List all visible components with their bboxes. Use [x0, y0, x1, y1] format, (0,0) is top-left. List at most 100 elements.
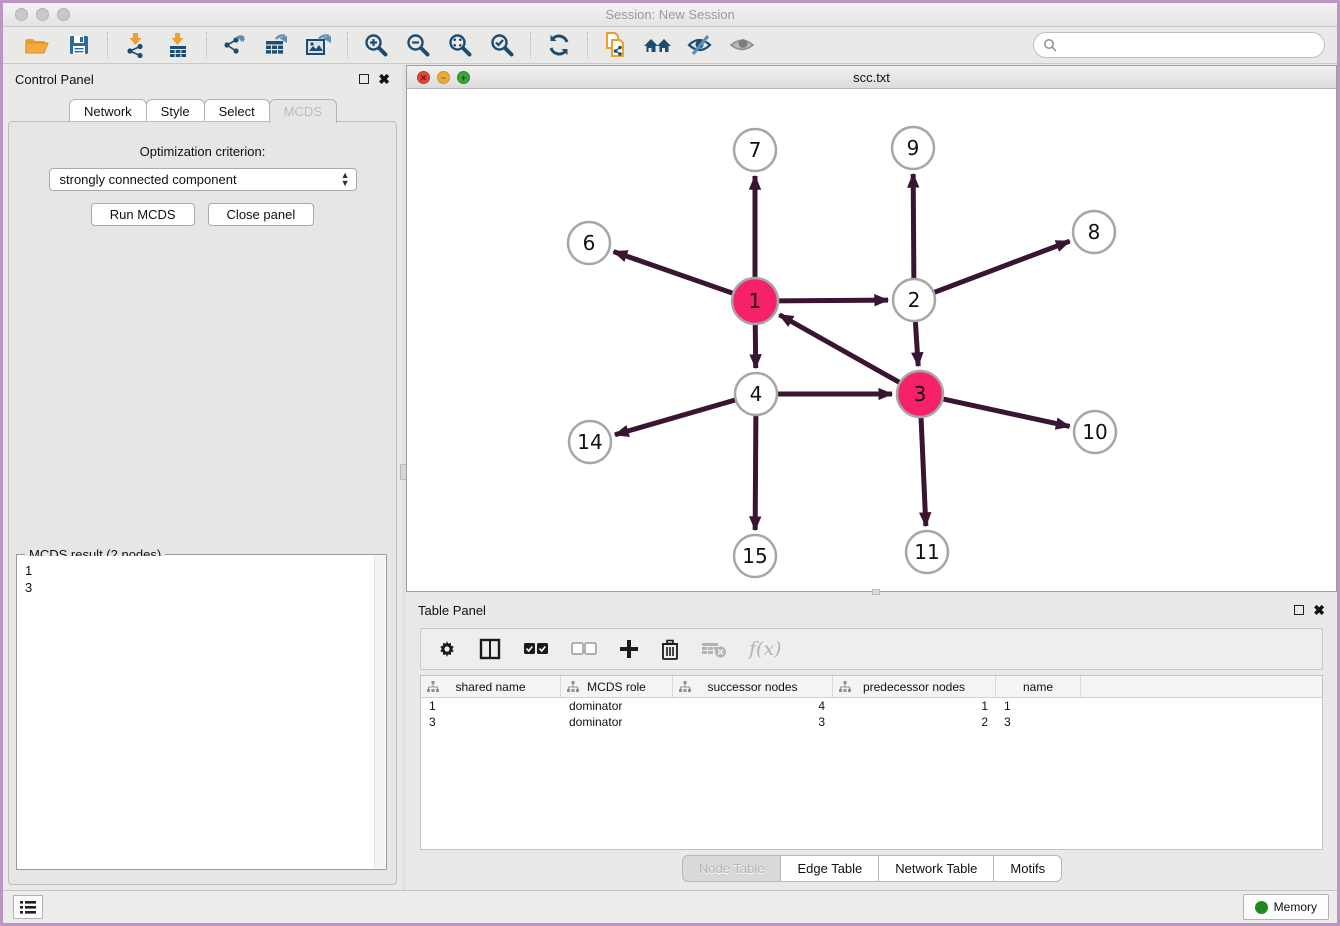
first-neighbors-button[interactable] [642, 30, 674, 60]
zoom-in-button[interactable] [360, 30, 392, 60]
split-view-button[interactable] [479, 638, 501, 660]
run-mcds-button[interactable]: Run MCDS [91, 203, 195, 226]
tab-style[interactable]: Style [146, 99, 205, 123]
search-input[interactable] [1062, 35, 1324, 55]
cell-shared-name[interactable]: 1 [421, 698, 561, 714]
edge-1-6[interactable] [614, 252, 736, 294]
tab-edge-table[interactable]: Edge Table [780, 855, 879, 882]
edge-3-11[interactable] [921, 415, 926, 526]
graph-node-3[interactable]: 3 [897, 371, 943, 417]
tab-select[interactable]: Select [204, 99, 270, 123]
delete-column-button[interactable] [661, 639, 679, 660]
import-network-button[interactable] [120, 30, 152, 60]
graph-node-11[interactable]: 11 [906, 531, 948, 573]
close-panel-button[interactable]: Close panel [208, 203, 315, 226]
table-row[interactable]: 1dominator411 [421, 698, 1322, 714]
graph-node-10[interactable]: 10 [1074, 411, 1116, 453]
close-table-panel-icon[interactable]: ✖ [1313, 605, 1325, 615]
tab-node-table[interactable]: Node Table [682, 855, 782, 882]
edge-1-2[interactable] [776, 300, 888, 301]
task-history-button[interactable] [13, 895, 43, 919]
save-session-button[interactable] [63, 30, 95, 60]
open-session-button[interactable] [21, 30, 53, 60]
cell-MCDS-role[interactable]: dominator [561, 714, 673, 730]
hide-selected-button[interactable] [684, 30, 716, 60]
function-builder-button[interactable]: f(x) [749, 638, 782, 660]
node-label-3: 3 [914, 382, 927, 406]
network-canvas[interactable]: 7 9 6 8 1 2 4 3 14 10 15 11 [407, 89, 1336, 591]
close-panel-icon[interactable]: ✖ [378, 74, 390, 84]
clone-network-button[interactable] [600, 30, 632, 60]
cell-MCDS-role[interactable]: dominator [561, 698, 673, 714]
select-all-button[interactable] [523, 642, 549, 656]
mcds-result-text[interactable]: 1 3 [18, 556, 374, 868]
column-header-MCDS-role[interactable]: MCDS role [561, 676, 673, 697]
node-label-6: 6 [583, 231, 596, 255]
cell-predecessor-nodes[interactable]: 2 [833, 714, 996, 730]
open-session-icon [24, 33, 50, 57]
edge-2-8[interactable] [932, 241, 1070, 293]
graph-node-1[interactable]: 1 [732, 278, 778, 324]
edge-2-9[interactable] [913, 174, 914, 281]
export-network-button[interactable] [219, 30, 251, 60]
tab-mcds[interactable]: MCDS [269, 99, 337, 123]
edge-2-3[interactable] [915, 319, 918, 366]
deselect-all-button[interactable] [571, 642, 597, 656]
criterion-select[interactable]: strongly connected component ▲▼ [49, 168, 357, 191]
edge-3-1[interactable] [779, 315, 901, 384]
refresh-layout-button[interactable] [543, 30, 575, 60]
import-table-button[interactable] [162, 30, 194, 60]
cell-shared-name[interactable]: 3 [421, 714, 561, 730]
edge-3-10[interactable] [941, 398, 1070, 426]
zoom-out-button[interactable] [402, 30, 434, 60]
graph-node-4[interactable]: 4 [735, 373, 777, 415]
table-settings-button[interactable] [437, 639, 457, 659]
memory-button[interactable]: Memory [1243, 894, 1329, 920]
graph-node-7[interactable]: 7 [734, 129, 776, 171]
network-graph[interactable]: 7 9 6 8 1 2 4 3 14 10 15 11 [407, 89, 1336, 592]
show-all-button[interactable] [726, 30, 758, 60]
clone-network-icon [603, 31, 629, 59]
add-column-button[interactable] [619, 639, 639, 659]
network-window-titlebar[interactable]: ✕ − + scc.txt [407, 66, 1336, 89]
tab-motifs[interactable]: Motifs [993, 855, 1062, 882]
table-tabs: Node TableEdge TableNetwork TableMotifs [406, 855, 1337, 882]
node-label-15: 15 [742, 544, 767, 568]
memory-label: Memory [1274, 900, 1317, 914]
application-window: Session: New Session Control Panel ✖ Net… [0, 0, 1340, 926]
session-title: Session: New Session [3, 7, 1337, 22]
zoom-fit-icon [447, 32, 473, 58]
graph-node-9[interactable]: 9 [892, 127, 934, 169]
edge-4-15[interactable] [755, 413, 756, 530]
graph-node-8[interactable]: 8 [1073, 211, 1115, 253]
mcds-result-box: MCDS result (2 nodes) 1 3 [16, 554, 387, 870]
float-panel-icon[interactable] [359, 74, 369, 84]
cell-successor-nodes[interactable]: 4 [673, 698, 833, 714]
graph-node-14[interactable]: 14 [569, 421, 611, 463]
graph-node-2[interactable]: 2 [893, 279, 935, 321]
table-row[interactable]: 3dominator323 [421, 714, 1322, 730]
graph-node-6[interactable]: 6 [568, 222, 610, 264]
graph-node-15[interactable]: 15 [734, 535, 776, 577]
delete-table-button[interactable] [701, 640, 727, 658]
mcds-result-scrollbar[interactable] [374, 556, 385, 868]
zoom-selected-button[interactable] [486, 30, 518, 60]
edge-4-14[interactable] [615, 399, 738, 435]
float-table-panel-icon[interactable] [1294, 605, 1304, 615]
column-header-successor-nodes[interactable]: successor nodes [673, 676, 833, 697]
tab-network-table[interactable]: Network Table [878, 855, 994, 882]
cell-name[interactable]: 3 [996, 714, 1081, 730]
cell-predecessor-nodes[interactable]: 1 [833, 698, 996, 714]
column-header-name[interactable]: name [996, 676, 1081, 697]
title-bar: Session: New Session [3, 3, 1337, 27]
column-header-predecessor-nodes[interactable]: predecessor nodes [833, 676, 996, 697]
cell-successor-nodes[interactable]: 3 [673, 714, 833, 730]
zoom-fit-button[interactable] [444, 30, 476, 60]
export-table-button[interactable] [261, 30, 293, 60]
search-box[interactable] [1033, 32, 1325, 58]
export-image-button[interactable] [303, 30, 335, 60]
tab-network[interactable]: Network [69, 99, 147, 123]
toolbar-separator [107, 32, 108, 58]
column-header-shared-name[interactable]: shared name [421, 676, 561, 697]
cell-name[interactable]: 1 [996, 698, 1081, 714]
